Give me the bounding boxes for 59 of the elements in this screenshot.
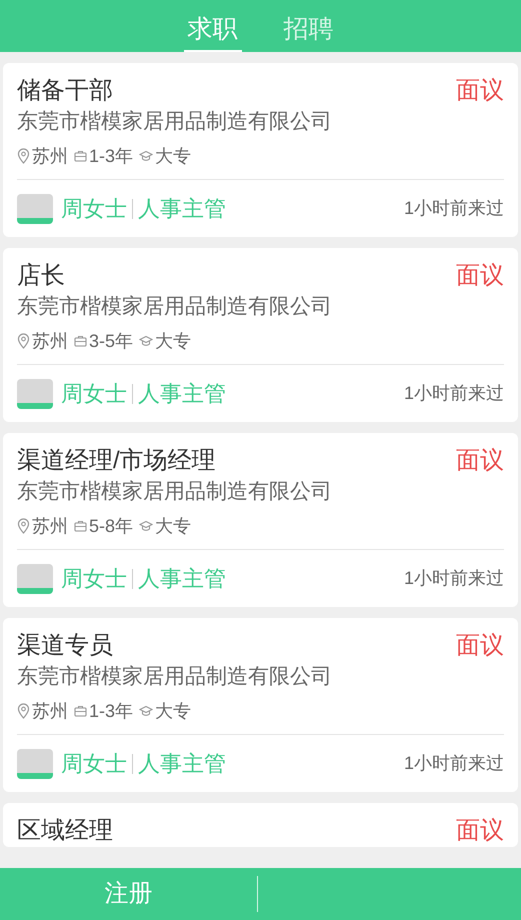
avatar-placeholder bbox=[17, 564, 53, 594]
location-text: 苏州 bbox=[32, 515, 68, 538]
job-title: 渠道专员 bbox=[17, 631, 113, 661]
contact-role: 人事主管 bbox=[138, 750, 226, 778]
education-text: 大专 bbox=[155, 330, 192, 353]
company-name: 东莞市楷模家居用品制造有限公司 bbox=[17, 664, 333, 690]
graduation-cap-icon bbox=[139, 705, 154, 717]
job-title: 区域经理 bbox=[17, 816, 113, 846]
avatar-placeholder bbox=[17, 194, 53, 224]
salary-text: 面议 bbox=[456, 261, 504, 291]
avatar-placeholder bbox=[17, 748, 53, 778]
education-text: 大专 bbox=[155, 145, 192, 168]
last-seen-text: 1小时前来过 bbox=[404, 382, 504, 405]
salary-text: 面议 bbox=[456, 816, 504, 846]
graduation-cap-icon bbox=[139, 335, 154, 347]
contact-name: 周女士 bbox=[61, 750, 127, 778]
job-card[interactable]: 区域经理 面议 bbox=[3, 803, 518, 847]
briefcase-icon bbox=[74, 705, 87, 717]
avatar-placeholder bbox=[17, 378, 53, 408]
briefcase-icon bbox=[74, 520, 87, 532]
job-card[interactable]: 店长 面议 东莞市楷模家居用品制造有限公司 苏州 3-5年 大专 周女士 人事主管 1小时前来过 bbox=[3, 248, 518, 422]
location-text: 苏州 bbox=[32, 145, 68, 168]
company-name: 东莞市楷模家居用品制造有限公司 bbox=[17, 479, 333, 505]
job-title: 店长 bbox=[17, 261, 65, 291]
salary-text: 面议 bbox=[456, 76, 504, 106]
experience-text: 1-3年 bbox=[89, 145, 134, 168]
contact-name: 周女士 bbox=[61, 380, 127, 408]
salary-text: 面议 bbox=[456, 631, 504, 661]
contact-role: 人事主管 bbox=[138, 195, 226, 223]
contact-role: 人事主管 bbox=[138, 565, 226, 593]
experience-text: 1-3年 bbox=[89, 700, 134, 723]
experience-text: 5-8年 bbox=[89, 515, 134, 538]
experience-text: 3-5年 bbox=[89, 330, 134, 353]
job-card[interactable]: 渠道经理/市场经理 面议 东莞市楷模家居用品制造有限公司 苏州 5-8年 大专 周女士 人事主管 1小时前来过 bbox=[3, 433, 518, 607]
contact-name: 周女士 bbox=[61, 195, 127, 223]
contact-role: 人事主管 bbox=[138, 380, 226, 408]
last-seen-text: 1小时前来过 bbox=[404, 197, 504, 220]
company-name: 东莞市楷模家居用品制造有限公司 bbox=[17, 109, 333, 135]
briefcase-icon bbox=[74, 335, 87, 347]
last-seen-text: 1小时前来过 bbox=[404, 567, 504, 590]
job-title: 渠道经理/市场经理 bbox=[17, 446, 216, 476]
graduation-cap-icon bbox=[139, 520, 154, 532]
salary-text: 面议 bbox=[456, 446, 504, 476]
education-text: 大专 bbox=[155, 700, 192, 723]
job-card[interactable]: 储备干部 面议 东莞市楷模家居用品制造有限公司 苏州 1-3年 大专 周女士 人事主管 1小时前来过 bbox=[3, 63, 518, 237]
contact-name: 周女士 bbox=[61, 565, 127, 593]
location-text: 苏州 bbox=[32, 700, 68, 723]
location-pin-icon bbox=[17, 148, 30, 164]
location-pin-icon bbox=[17, 518, 30, 534]
briefcase-icon bbox=[74, 150, 87, 162]
last-seen-text: 1小时前来过 bbox=[404, 752, 504, 775]
company-name: 东莞市楷模家居用品制造有限公司 bbox=[17, 294, 333, 320]
job-card[interactable]: 渠道专员 面议 东莞市楷模家居用品制造有限公司 苏州 1-3年 大专 周女士 人事主管 1小时前来过 bbox=[3, 618, 518, 792]
location-text: 苏州 bbox=[32, 330, 68, 353]
job-title: 储备干部 bbox=[17, 76, 113, 106]
location-pin-icon bbox=[17, 333, 30, 349]
education-text: 大专 bbox=[155, 515, 192, 538]
graduation-cap-icon bbox=[139, 150, 154, 162]
location-pin-icon bbox=[17, 703, 30, 719]
